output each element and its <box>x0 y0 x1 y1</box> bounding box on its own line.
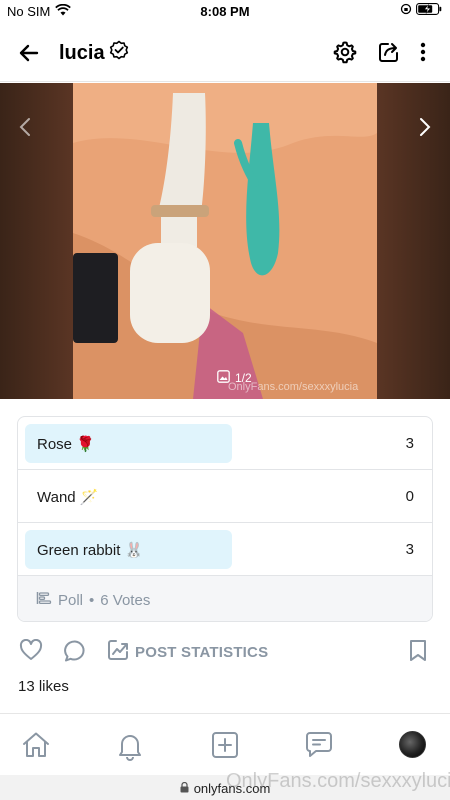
bookmark-icon[interactable] <box>408 639 428 668</box>
page-watermark: OnlyFans.com/sexxxylucia <box>226 770 450 792</box>
poll-option-votes: 0 <box>405 488 414 505</box>
photo-content <box>73 83 377 399</box>
poll-footer: Poll • 6 Votes <box>18 576 432 621</box>
post-media-carousel[interactable]: 1/2 OnlyFans.com/sexxxylucia <box>0 83 450 399</box>
lock-icon <box>180 781 189 796</box>
media-watermark: OnlyFans.com/sexxxylucia <box>228 381 359 393</box>
next-media-chevron-icon[interactable] <box>418 115 432 146</box>
add-post-icon[interactable] <box>211 731 239 764</box>
poll-info: Poll • 6 Votes <box>36 591 150 609</box>
status-right <box>400 3 442 18</box>
messages-icon[interactable] <box>305 731 333 764</box>
post-photo[interactable] <box>73 83 377 399</box>
poll-votes-total: 6 Votes <box>100 591 151 609</box>
poll-separator: • <box>89 591 95 609</box>
poll-option[interactable]: Wand 🪄 0 <box>18 470 432 523</box>
poll-option[interactable]: Rose 🌹 3 <box>18 417 432 470</box>
media-blur-right <box>377 83 450 399</box>
share-icon[interactable] <box>377 40 401 69</box>
profile-avatar[interactable] <box>399 731 426 758</box>
post-actions: POST STATISTICS <box>0 636 450 666</box>
notifications-bell-icon[interactable] <box>115 731 145 766</box>
poll-option-label: Rose 🌹 <box>37 436 95 453</box>
statistics-chart-icon <box>107 639 129 665</box>
status-bar: No SIM 8:08 PM <box>0 0 450 22</box>
poll-option-votes: 3 <box>405 435 414 452</box>
verified-badge-icon <box>109 40 129 66</box>
settings-gear-icon[interactable] <box>333 40 357 69</box>
more-options-icon[interactable] <box>419 40 427 69</box>
poll-option-votes: 3 <box>405 541 414 558</box>
comment-bubble-icon[interactable] <box>63 639 87 668</box>
username-label[interactable]: lucia <box>59 42 105 65</box>
back-arrow-icon[interactable] <box>17 41 41 65</box>
battery-charging-icon <box>416 3 442 18</box>
status-time: 8:08 PM <box>200 4 250 19</box>
post-header: lucia <box>0 22 450 82</box>
media-blur-left <box>0 83 73 399</box>
poll-option-label: Green rabbit 🐰 <box>37 542 144 559</box>
poll-option[interactable]: Green rabbit 🐰 3 <box>18 523 432 576</box>
likes-count[interactable]: 13 likes <box>18 678 69 695</box>
poll-chart-icon <box>36 591 52 609</box>
like-heart-icon[interactable] <box>19 638 43 666</box>
poll-option-label: Wand 🪄 <box>37 489 99 506</box>
poll-card: Rose 🌹 3 Wand 🪄 0 Green rabbit 🐰 3 Poll … <box>17 416 433 622</box>
post-statistics-label: POST STATISTICS <box>135 643 269 661</box>
bottom-navigation <box>0 713 450 775</box>
profile-title[interactable]: lucia <box>59 40 129 66</box>
orientation-lock-icon <box>400 3 412 18</box>
post-statistics-button[interactable]: POST STATISTICS <box>107 639 268 665</box>
home-icon[interactable] <box>21 731 51 764</box>
previous-media-chevron-icon[interactable] <box>18 115 32 146</box>
poll-label: Poll <box>58 591 84 609</box>
